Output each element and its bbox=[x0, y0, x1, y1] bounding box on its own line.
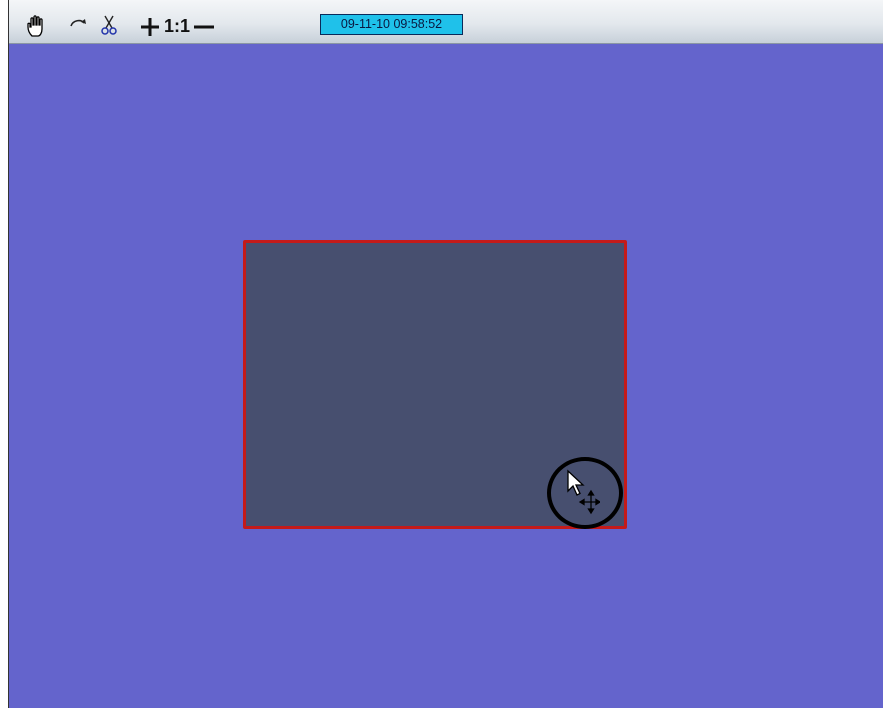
zoom-ratio-button[interactable]: 1:1 bbox=[164, 14, 190, 38]
video-window: 1:1 09-11-10 09:58:52 bbox=[8, 0, 883, 708]
plus-icon[interactable] bbox=[141, 18, 159, 36]
toolbar: 1:1 09-11-10 09:58:52 bbox=[9, 0, 883, 44]
move-cursor-icon bbox=[567, 469, 600, 515]
rotate-icon[interactable] bbox=[68, 15, 90, 31]
timestamp-display: 09-11-10 09:58:52 bbox=[320, 14, 463, 35]
hand-pan-icon[interactable] bbox=[26, 14, 48, 38]
scissors-icon[interactable] bbox=[101, 14, 117, 36]
minus-icon[interactable] bbox=[194, 24, 214, 30]
